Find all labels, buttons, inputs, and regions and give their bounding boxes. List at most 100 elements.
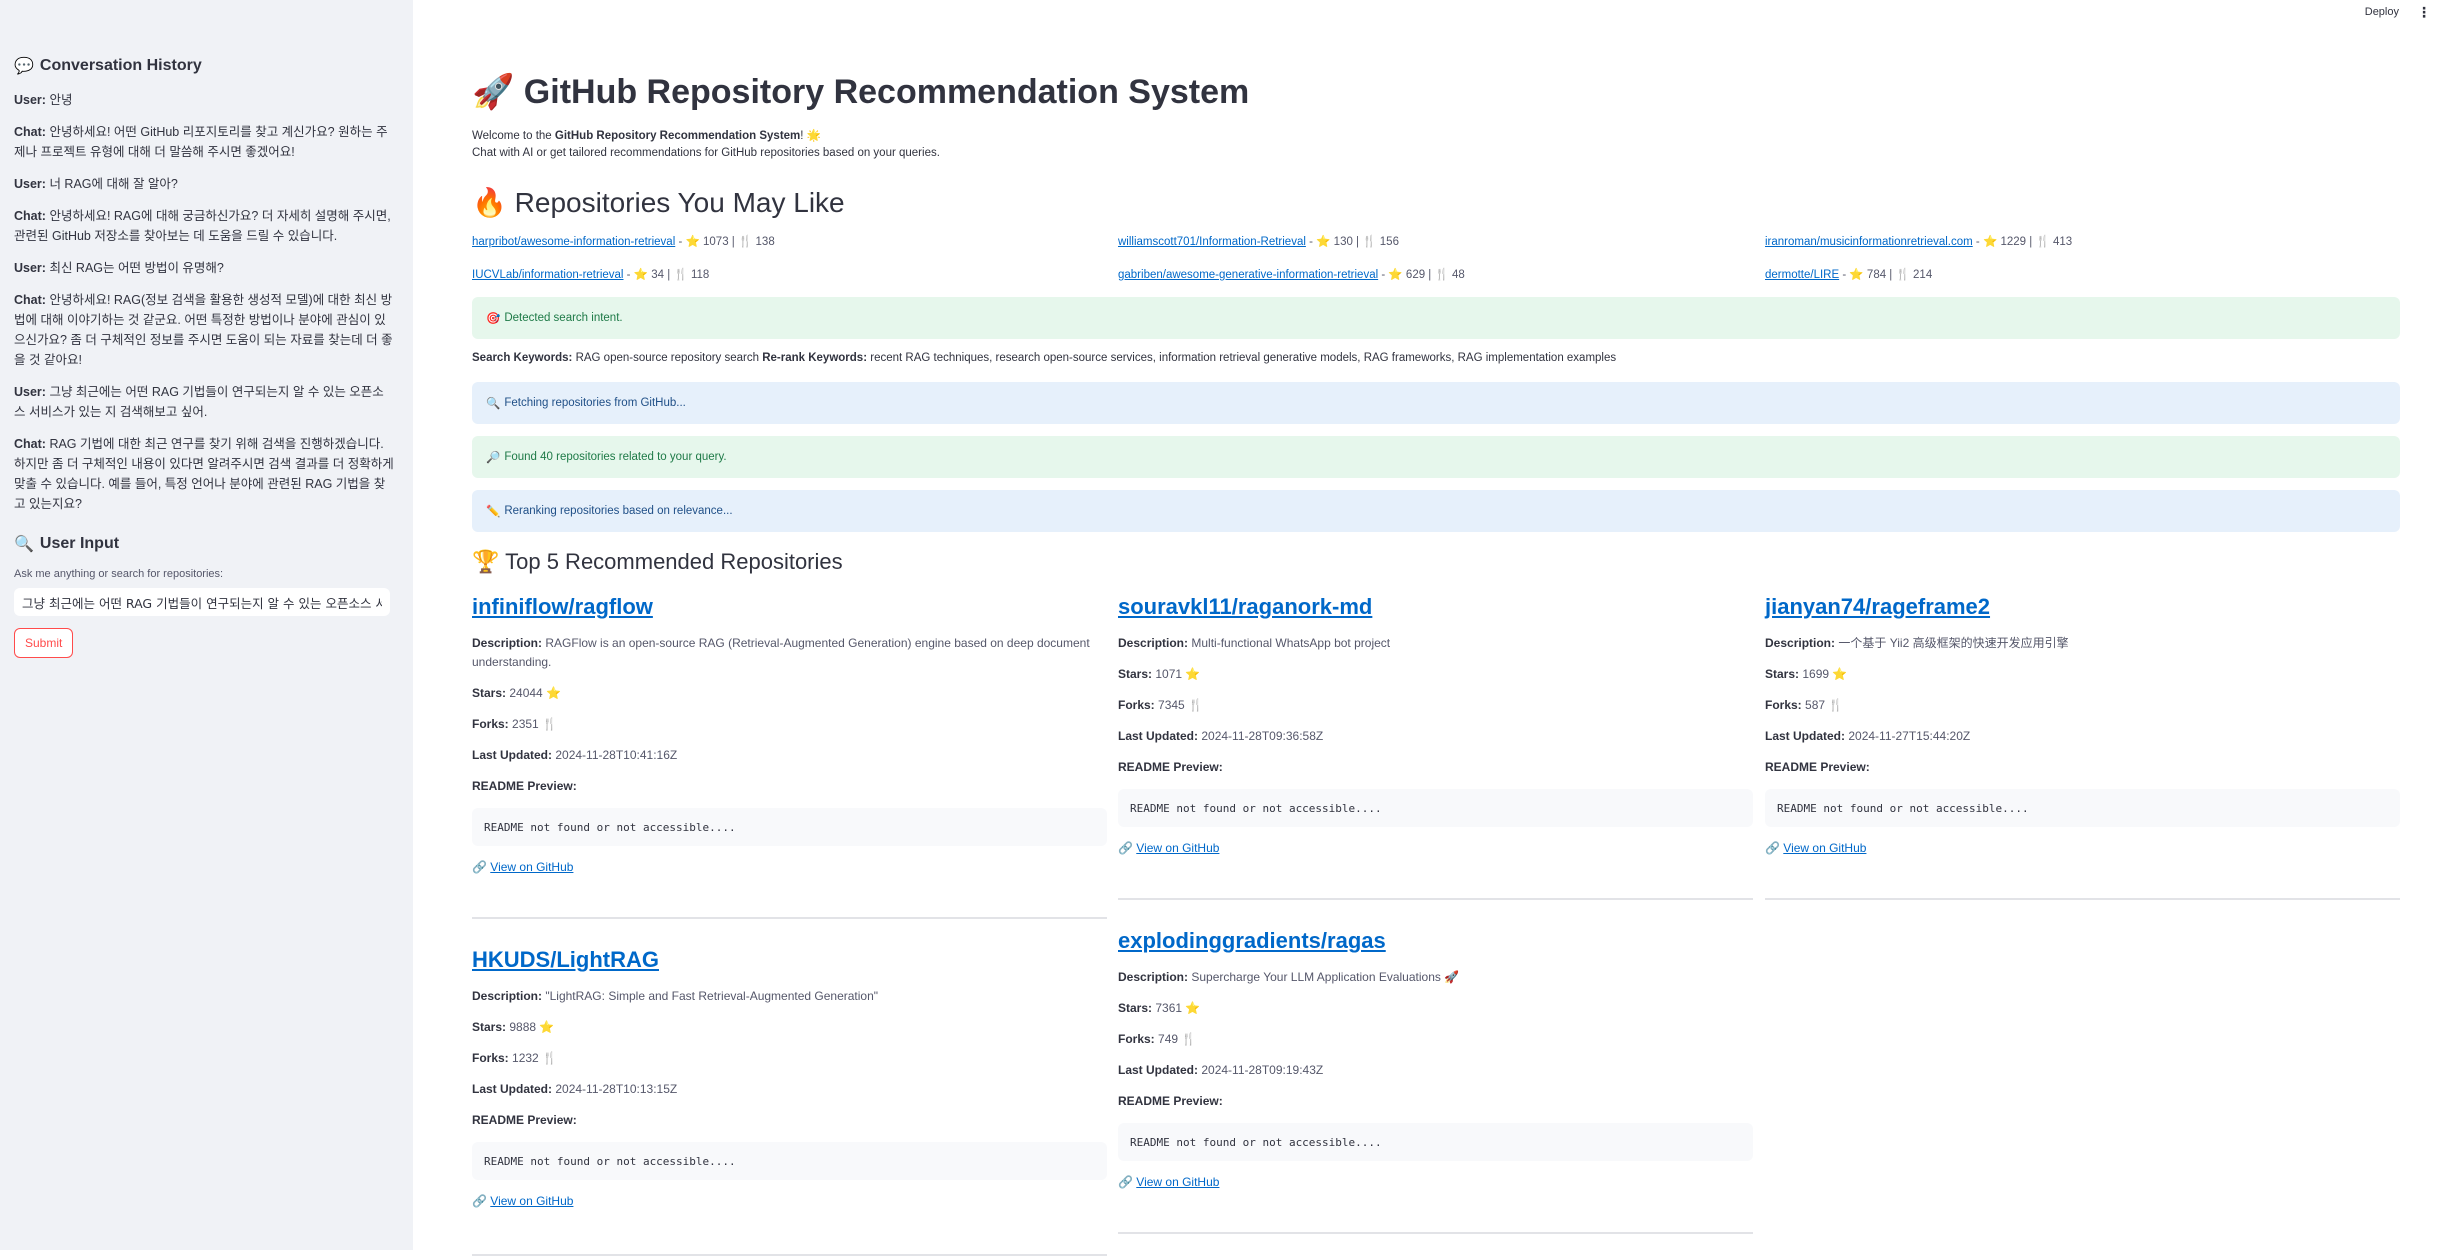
alert-text: Detected search intent. [504, 312, 623, 324]
detected-intent-alert: 🎯 Detected search intent. [472, 297, 2400, 339]
may-like-item: dermotte/LIRE - ⭐ 784 | 🍴 214 [1765, 267, 1932, 281]
message-role: User: [14, 177, 46, 191]
repo-meta: - ⭐ 34 | 🍴 118 [623, 269, 710, 281]
repo-description-label: Description: [472, 989, 543, 1003]
view-on-github-link[interactable]: View on GitHub [490, 1194, 573, 1208]
view-on-github: 🔗 View on GitHub [1118, 1175, 1753, 1189]
link-icon: 🔗 [1118, 1175, 1137, 1189]
may-like-heading: 🔥 Repositories You May Like [472, 186, 845, 219]
repo-title-link[interactable]: HKUDS/LightRAG [472, 947, 1107, 973]
repo-forks-value: 587 [1805, 698, 1826, 712]
chat-message: Chat: 안녕하세요! RAG(정보 검색을 활용한 생성적 모델)에 대한 … [14, 290, 394, 370]
message-role: Chat: [14, 293, 46, 307]
fork-icon: 🍴 [1434, 269, 1449, 281]
readme-preview-code: README not found or not accessible.... [472, 1142, 1107, 1180]
repo-link[interactable]: IUCVLab/information-retrieval [472, 269, 623, 281]
query-input[interactable] [14, 588, 390, 616]
star-icon: ⭐ [1388, 269, 1403, 281]
star-icon: ⭐ [633, 269, 649, 281]
link-icon: 🔗 [472, 1194, 491, 1208]
alert-text: Reranking repositories based on relevanc… [504, 505, 733, 517]
repo-description-value: Multi-functional WhatsApp bot project [1191, 636, 1391, 650]
view-on-github-link[interactable]: View on GitHub [1136, 841, 1219, 855]
submit-button[interactable]: Submit [14, 628, 74, 658]
repo-updated-value: 2024-11-27T15:44:20Z [1848, 729, 1971, 743]
readme-label: README Preview: [1118, 760, 1223, 774]
chat-message: Chat: 안녕하세요! 어떤 GitHub 리포지토리를 찾고 계신가요? 원… [14, 122, 394, 162]
star-icon: ⭐ [1182, 1001, 1201, 1015]
keywords-line: Search Keywords: RAG open-source reposit… [472, 352, 1616, 364]
heading-text: User Input [39, 535, 120, 552]
magnifier-icon: 🔍 [486, 398, 501, 410]
fork-count: 156 [1379, 236, 1399, 248]
rerank-keywords: recent RAG techniques, research open-sou… [870, 352, 1617, 364]
readme-preview-label: README Preview: [1118, 758, 1753, 777]
repo-forks-value: 749 [1158, 1032, 1179, 1046]
message-text: 안녕하세요! RAG에 대해 궁금하신가요? 더 자세히 설명해 주시면, 관련… [14, 209, 391, 243]
repo-meta: - ⭐ 130 | 🍴 156 [1305, 236, 1399, 248]
found-alert: 🔎 Found 40 repositories related to your q… [472, 436, 2400, 478]
view-on-github-link[interactable]: View on GitHub [490, 860, 573, 874]
repo-card: souravkl11/raganork-md Description: Multi… [1118, 594, 1753, 855]
rocket-icon: 🚀 [472, 73, 515, 111]
repo-title-link[interactable]: explodinggradients/ragas [1118, 928, 1753, 954]
main-menu-icon[interactable]: ⋮ [2417, 4, 2431, 21]
top5-heading: 🏆 Top 5 Recommended Repositories [472, 549, 843, 575]
repo-title-link[interactable]: infiniflow/ragflow [472, 594, 1107, 620]
repo-updated-value: 2024-11-28T10:13:15Z [555, 1082, 678, 1096]
repo-forks-value: 7345 [1158, 698, 1185, 712]
welcome-suffix: ! 🌟 [800, 130, 821, 142]
repo-stars: Stars: 24044 ⭐ [472, 684, 1107, 703]
repo-updated-label: Last Updated: [1765, 729, 1846, 743]
fork-icon: 🍴 [1178, 1032, 1197, 1046]
fork-count: 214 [1913, 269, 1933, 281]
view-on-github-link[interactable]: View on GitHub [1783, 841, 1866, 855]
star-icon: ⭐ [542, 686, 562, 700]
repo-link[interactable]: iranroman/musicinformationretrieval.com [1765, 236, 1973, 248]
repo-stars-value: 1071 [1155, 667, 1183, 681]
view-on-github: 🔗 View on GitHub [1118, 841, 1753, 855]
message-role: Chat: [14, 125, 46, 139]
pencil-icon: ✏️ [486, 506, 501, 518]
chat-message: User: 너 RAG에 대해 잘 알아? [14, 174, 394, 194]
star-icon: ⭐ [536, 1020, 555, 1034]
repo-link[interactable]: dermotte/LIRE [1765, 269, 1839, 281]
deploy-button[interactable]: Deploy [2365, 6, 2399, 18]
repo-forks: Forks: 7345 🍴 [1118, 696, 1753, 715]
welcome-text: Welcome to the GitHub Repository Recomme… [472, 128, 821, 142]
repo-title-link[interactable]: souravkl11/raganork-md [1118, 594, 1753, 620]
chat-message: User: 최신 RAG는 어떤 방법이 유명해? [14, 258, 394, 278]
repo-stars: Stars: 1071 ⭐ [1118, 665, 1753, 684]
repo-link[interactable]: gabriben/awesome-generative-information-… [1118, 269, 1378, 281]
repo-forks-value: 1232 [512, 1051, 539, 1065]
readme-preview-label: README Preview: [1118, 1092, 1753, 1111]
repo-stars: Stars: 9888 ⭐ [472, 1018, 1107, 1037]
repo-stars-label: Stars: [1765, 667, 1800, 681]
chat-message: Chat: 안녕하세요! RAG에 대해 궁금하신가요? 더 자세히 설명해 주… [14, 206, 394, 246]
repo-title-link[interactable]: jianyan74/rageframe2 [1765, 594, 2400, 620]
message-role: User: [14, 93, 46, 107]
repo-forks-value: 2351 [512, 717, 539, 731]
repo-updated-label: Last Updated: [1118, 729, 1199, 743]
fork-icon: 🍴 [1184, 698, 1204, 712]
magnifier-right-icon: 🔎 [486, 452, 501, 464]
repo-link[interactable]: harpribot/awesome-information-retrieval [472, 236, 675, 248]
heading-text: Conversation History [39, 57, 202, 74]
repo-updated: Last Updated: 2024-11-28T09:36:58Z [1118, 727, 1753, 746]
fork-icon: 🍴 [738, 236, 753, 248]
repo-updated: Last Updated: 2024-11-28T10:13:15Z [472, 1080, 1107, 1099]
view-on-github-link[interactable]: View on GitHub [1136, 1175, 1219, 1189]
rerank-keywords-label: Re-rank Keywords: [762, 352, 868, 364]
may-like-item: iranroman/musicinformationretrieval.com … [1765, 234, 2072, 248]
fire-icon: 🔥 [472, 187, 507, 218]
readme-preview-code: README not found or not accessible.... [1118, 1123, 1753, 1161]
repo-description: Description: "LightRAG: Simple and Fast … [472, 987, 1107, 1006]
repo-description-label: Description: [1765, 636, 1836, 650]
card-divider [1118, 898, 1753, 900]
repo-link[interactable]: williamscott701/Information-Retrieval [1118, 236, 1306, 248]
star-icon: ⭐ [1182, 667, 1201, 681]
fork-icon: 🍴 [1895, 269, 1910, 281]
message-text: 안녕하세요! 어떤 GitHub 리포지토리를 찾고 계신가요? 원하는 주제나… [14, 125, 388, 159]
welcome-bold: GitHub Repository Recommendation System [554, 130, 801, 142]
repo-description-label: Description: [1118, 970, 1189, 984]
